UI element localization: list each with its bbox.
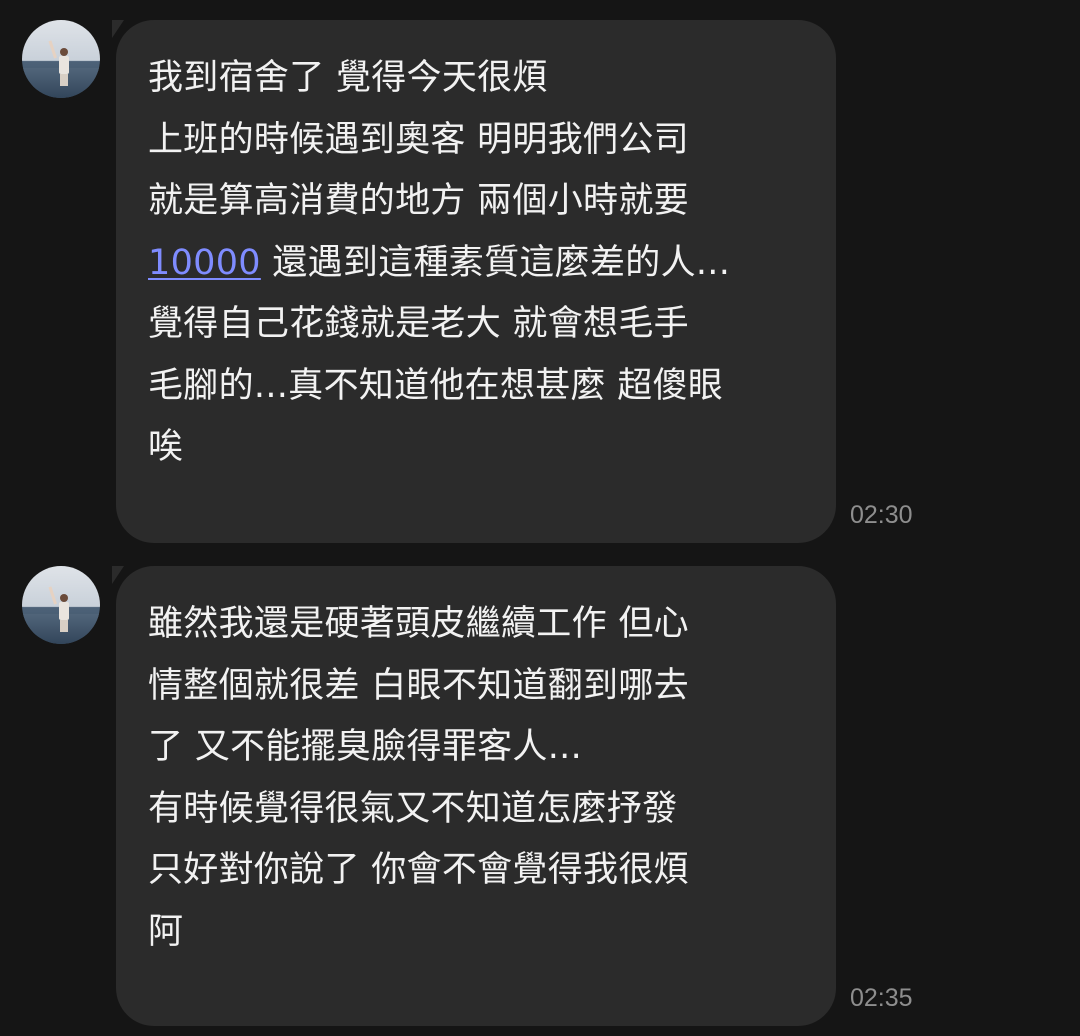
message-line: 了 又不能擺臭臉得罪客人...	[148, 727, 583, 767]
message-row: 我到宿舍了 覺得今天很煩 上班的時候遇到奧客 明明我們公司 就是算高消費的地方 …	[0, 20, 1080, 545]
message-line: 覺得自己花錢就是老大 就會想毛手	[148, 304, 689, 344]
message-timestamp: 02:35	[850, 984, 913, 1012]
message-line: 情整個就很差 白眼不知道翻到哪去	[148, 665, 689, 706]
avatar[interactable]	[22, 566, 100, 644]
message-row: 雖然我還是硬著頭皮繼續工作 但心 情整個就很差 白眼不知道翻到哪去 了 又不能擺…	[0, 566, 1080, 1028]
message-line-text: 還遇到這種素質這麼差的人...	[272, 242, 731, 283]
message-line: 唉	[148, 427, 184, 467]
message-bubble[interactable]: 雖然我還是硬著頭皮繼續工作 但心 情整個就很差 白眼不知道翻到哪去 了 又不能擺…	[116, 566, 836, 1026]
message-line: 有時候覺得很氣又不知道怎麼抒發	[148, 788, 678, 829]
message-line: 只好對你說了 你會不會覺得我很煩	[148, 850, 689, 890]
message-line: 毛腳的...真不知道他在想甚麼 超傻眼	[148, 365, 724, 406]
message-bubble[interactable]: 我到宿舍了 覺得今天很煩 上班的時候遇到奧客 明明我們公司 就是算高消費的地方 …	[116, 20, 836, 543]
message-line: 雖然我還是硬著頭皮繼續工作 但心	[148, 604, 689, 644]
message-timestamp: 02:30	[850, 501, 913, 529]
message-line-with-link: 10000 還遇到這種素質這麼差的人...	[148, 233, 816, 295]
message-line: 就是算高消費的地方 兩個小時就要	[148, 181, 689, 221]
message-line: 上班的時候遇到奧客 明明我們公司	[148, 119, 689, 160]
message-line: 我到宿舍了 覺得今天很煩	[148, 58, 548, 98]
avatar[interactable]	[22, 20, 100, 98]
phone-number-link[interactable]: 10000	[148, 243, 261, 283]
chat-view: 我到宿舍了 覺得今天很煩 上班的時候遇到奧客 明明我們公司 就是算高消費的地方 …	[0, 0, 1080, 1036]
message-line: 阿	[148, 911, 184, 952]
